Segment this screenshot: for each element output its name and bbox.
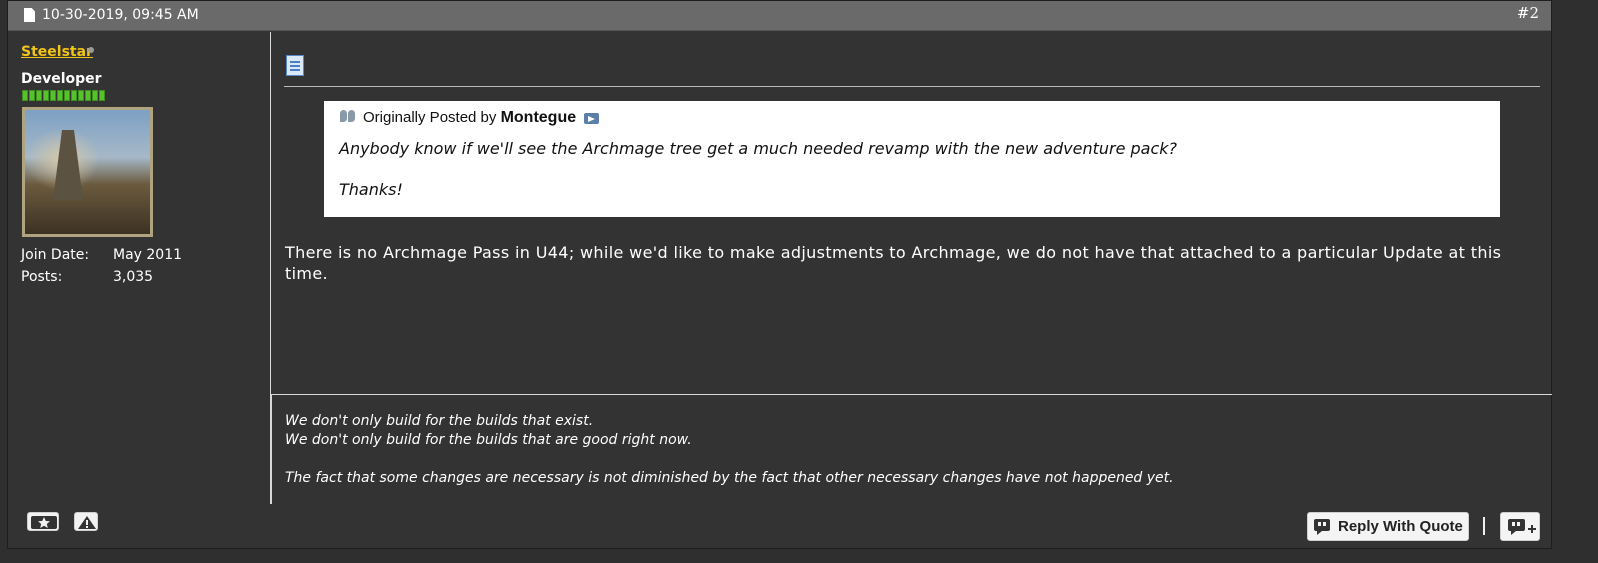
signature-line-2: We don't only build for the builds that … [285, 432, 692, 448]
quote-prefix: Originally Posted by [363, 109, 497, 126]
posts-label: Posts: [21, 269, 63, 285]
speech-bubble-quote-icon [1314, 518, 1330, 535]
quote-line-1: Anybody know if we'll see the Archmage t… [339, 139, 1178, 158]
reputation-button[interactable] [27, 512, 59, 531]
post-date: 10-30-2019, 09:45 AM [42, 7, 199, 23]
footer-separator [1483, 517, 1485, 535]
join-date-label: Join Date: [21, 247, 90, 263]
quote-author: Montegue [500, 109, 577, 126]
star-reputation-icon [31, 516, 57, 529]
user-info-panel: Steelstar Developer Join Date: May 2011 … [8, 32, 271, 504]
quote-line-2: Thanks! [339, 180, 403, 199]
view-post-arrow-icon[interactable] [584, 113, 600, 124]
reply-with-quote-button[interactable]: Reply With Quote [1307, 512, 1469, 541]
avatar[interactable] [22, 107, 153, 237]
signature-divider [272, 394, 1552, 395]
speech-bubble-plus-icon [1508, 519, 1536, 535]
user-title: Developer [21, 71, 102, 87]
post-header: 10-30-2019, 09:45 AM #2 [8, 1, 1551, 31]
document-lines-icon [286, 55, 304, 76]
signature-line-3: The fact that some changes are necessary… [285, 470, 1174, 486]
signature-left-border [271, 394, 272, 504]
quote-header: Originally Posted by Montegue [339, 109, 600, 127]
post-message: There is no Archmage Pass in U44; while … [285, 243, 1502, 283]
document-icon [24, 8, 35, 22]
posts-value: 3,035 [113, 269, 154, 285]
posts-row: Posts: 3,035 [21, 269, 153, 285]
username-link[interactable]: Steelstar [21, 44, 93, 60]
page-margin [1552, 0, 1598, 563]
join-date-value: May 2011 [113, 247, 183, 263]
warning-triangle-icon [78, 516, 96, 529]
multiquote-button[interactable] [1500, 512, 1540, 541]
report-post-button[interactable] [74, 512, 98, 531]
quote-marks-icon [339, 110, 357, 123]
offline-status-icon [88, 47, 94, 53]
signature: We don't only build for the builds that … [285, 412, 1174, 488]
reply-with-quote-label: Reply With Quote [1338, 518, 1463, 535]
post-content: Originally Posted by Montegue Anybody kn… [272, 32, 1552, 394]
title-divider [284, 86, 1540, 87]
post-container: 10-30-2019, 09:45 AM #2 Steelstar Develo… [7, 0, 1552, 549]
post-number-link[interactable]: #2 [1517, 4, 1539, 22]
reputation-bar [22, 90, 105, 101]
signature-line-1: We don't only build for the builds that … [285, 413, 594, 429]
join-date-row: Join Date: May 2011 [21, 247, 182, 263]
quote-block: Originally Posted by Montegue Anybody kn… [324, 101, 1500, 217]
